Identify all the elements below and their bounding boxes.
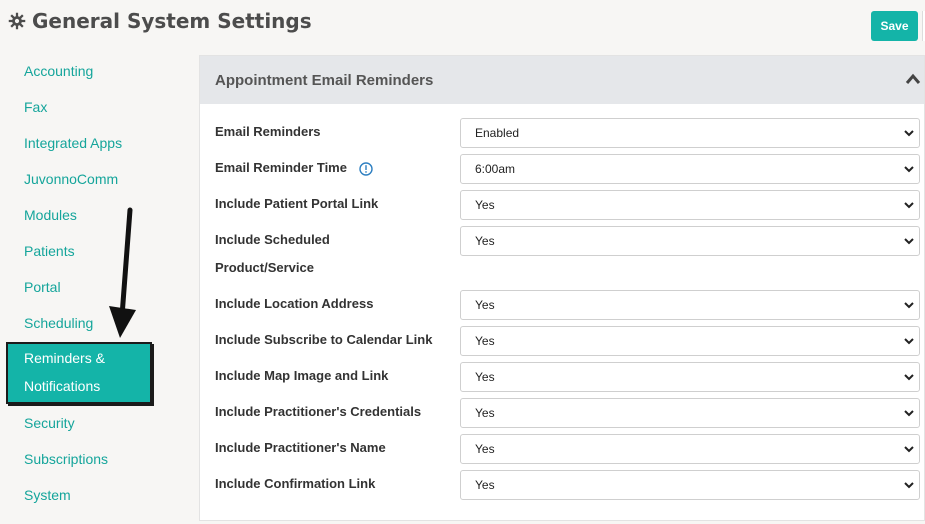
sidebar-item-label-line2: Notifications [24, 378, 101, 394]
select-value: Yes [475, 298, 495, 312]
chevron-down-icon [904, 302, 914, 309]
sidebar-item-modules[interactable]: Modules [24, 207, 77, 223]
include-location-address-select[interactable]: Yes [460, 290, 920, 320]
include-confirmation-link-select[interactable]: Yes [460, 470, 920, 500]
chevron-down-icon [904, 410, 914, 417]
row-label-patient-portal-link: Include Patient Portal Link [215, 196, 379, 211]
sidebar-item-juvonnocomm[interactable]: JuvonnoComm [24, 171, 118, 187]
sidebar-item-accounting[interactable]: Accounting [24, 63, 93, 79]
include-subscribe-calendar-link-select[interactable]: Yes [460, 326, 920, 356]
row-label-text: Email Reminder Time [215, 160, 347, 175]
email-reminder-time-select[interactable]: 6:00am [460, 154, 920, 184]
row-label-email-reminder-time: Email Reminder Time [215, 154, 455, 182]
sidebar-item-label: Reminders & [24, 350, 105, 366]
select-value: Yes [475, 234, 495, 248]
include-patient-portal-link-select[interactable]: Yes [460, 190, 920, 220]
select-value: Yes [475, 334, 495, 348]
row-label-confirmation-link: Include Confirmation Link [215, 476, 376, 491]
row-label-location-address: Include Location Address [215, 296, 374, 311]
sidebar-item-subscriptions[interactable]: Subscriptions [24, 451, 108, 467]
panel-header[interactable]: Appointment Email Reminders [200, 56, 924, 104]
row-label-line1: Include Scheduled [215, 232, 330, 247]
chevron-down-icon [904, 166, 914, 173]
chevron-down-icon [904, 130, 914, 137]
chevron-down-icon [904, 202, 914, 209]
select-value: Yes [475, 370, 495, 384]
chevron-down-icon [904, 446, 914, 453]
select-value: 6:00am [475, 162, 516, 176]
chevron-up-icon[interactable] [905, 72, 921, 86]
row-label-scheduled-product-service: Include Scheduled Product/Service [215, 226, 455, 282]
sidebar-item-patients[interactable]: Patients [24, 243, 75, 259]
select-value: Yes [475, 478, 495, 492]
row-label-line2: Product/Service [215, 260, 314, 275]
panel-title: Appointment Email Reminders [215, 72, 434, 89]
sidebar-item-integrated-apps[interactable]: Integrated Apps [24, 135, 122, 151]
select-value: Enabled [475, 126, 520, 140]
page-header: General System Settings Save [0, 0, 925, 52]
sidebar-item-system[interactable]: System [24, 487, 71, 503]
sidebar-item-fax[interactable]: Fax [24, 99, 47, 115]
chevron-down-icon [904, 238, 914, 245]
include-scheduled-product-service-select[interactable]: Yes [460, 226, 920, 256]
sidebar-item-security[interactable]: Security [24, 415, 75, 431]
email-reminders-select[interactable]: Enabled [460, 118, 920, 148]
row-label-practitioner-name: Include Practitioner's Name [215, 440, 386, 455]
chevron-down-icon [904, 482, 914, 489]
chevron-down-icon [904, 374, 914, 381]
sidebar-item-reminders-notifications[interactable]: Reminders & Notifications [6, 342, 152, 404]
row-label-map-image-link: Include Map Image and Link [215, 368, 389, 383]
include-map-image-link-select[interactable]: Yes [460, 362, 920, 392]
chevron-down-icon [904, 338, 914, 345]
page-title-text: General System Settings [32, 9, 312, 33]
include-practitioner-credentials-select[interactable]: Yes [460, 398, 920, 428]
sidebar-item-scheduling[interactable]: Scheduling [24, 315, 93, 331]
include-practitioner-name-select[interactable]: Yes [460, 434, 920, 464]
row-label-subscribe-calendar-link: Include Subscribe to Calendar Link [215, 332, 433, 347]
arrow-annotation [109, 207, 136, 338]
info-icon[interactable] [358, 161, 373, 176]
row-label-practitioner-credentials: Include Practitioner's Credentials [215, 404, 422, 419]
row-label-email-reminders: Email Reminders [215, 124, 321, 139]
settings-sidebar: Accounting Fax Integrated Apps JuvonnoCo… [0, 52, 190, 524]
gear-icon [8, 12, 26, 30]
select-value: Yes [475, 442, 495, 456]
sidebar-item-portal[interactable]: Portal [24, 279, 61, 295]
select-value: Yes [475, 406, 495, 420]
page-title: General System Settings [8, 9, 312, 33]
save-button[interactable]: Save [871, 11, 918, 41]
select-value: Yes [475, 198, 495, 212]
appointment-email-reminders-panel: Appointment Email Reminders Email Remind… [199, 55, 925, 521]
